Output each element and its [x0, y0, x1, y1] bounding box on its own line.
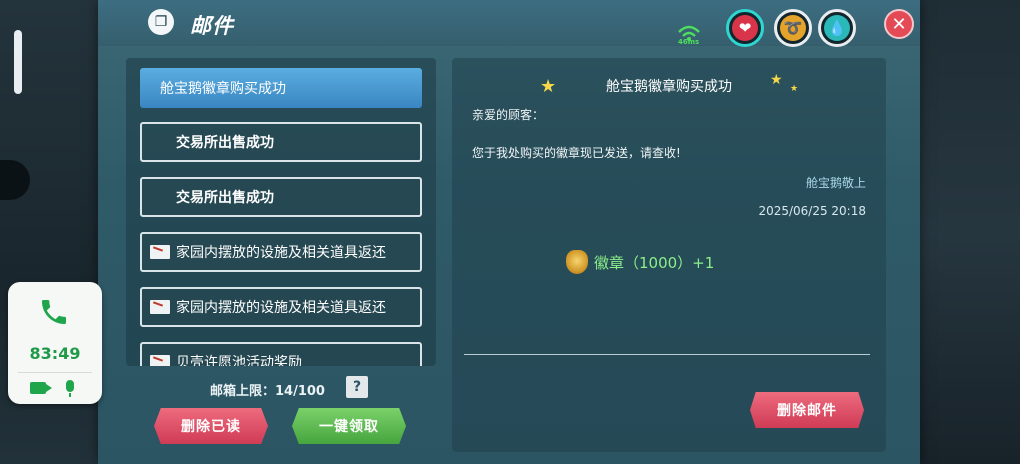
claim-all-button[interactable]: 一键领取: [292, 408, 406, 444]
health-gauge: ❤: [726, 9, 764, 47]
heart-icon: ❤: [732, 15, 758, 41]
envelope-icon: [150, 245, 170, 259]
mail-greeting: 亲爱的顾客：: [472, 108, 545, 122]
mail-list-item[interactable]: 家园内摆放的设施及相关道具返还: [140, 287, 422, 327]
mail-list-item[interactable]: 家园内摆放的设施及相关道具返还: [140, 232, 422, 272]
game-scene-right: [920, 0, 1020, 464]
mail-list-item[interactable]: 贝壳许愿池活动奖励: [140, 342, 422, 366]
thirst-gauge: 💧: [818, 9, 856, 47]
reward-item[interactable]: 徽章（1000）+1: [566, 250, 714, 274]
envelope-icon: [150, 300, 170, 314]
divider: [18, 372, 92, 373]
mail-item-title: 交易所出售成功: [176, 190, 274, 206]
divider: [464, 354, 870, 355]
phone-icon: [42, 300, 66, 324]
mail-bag-icon: ❐: [148, 9, 174, 35]
video-icon[interactable]: [30, 382, 52, 394]
call-duration: 83:49: [29, 344, 81, 363]
mail-item-title: 舱宝鹅徽章购买成功: [160, 81, 286, 97]
mail-item-title: 家园内摆放的设施及相关道具返还: [176, 245, 386, 261]
star-icon: ★: [770, 72, 783, 88]
food-icon: ➰: [780, 15, 806, 41]
mail-item-title: 交易所出售成功: [176, 135, 274, 151]
envelope-icon: [150, 355, 170, 366]
reward-text: 徽章（1000）+1: [594, 253, 715, 272]
delete-mail-button[interactable]: 删除邮件: [750, 392, 864, 428]
scene-object: [0, 160, 30, 200]
delete-read-button[interactable]: 删除已读: [154, 408, 268, 444]
mail-list-item[interactable]: 交易所出售成功: [140, 122, 422, 162]
microphone-icon[interactable]: [66, 380, 74, 397]
star-icon: ★: [790, 84, 799, 94]
badge-medal-icon: [566, 250, 588, 274]
mail-list-item[interactable]: 舱宝鹅徽章购买成功: [140, 68, 422, 108]
mail-item-title: 贝壳许愿池活动奖励: [176, 355, 302, 366]
mail-body: 您于我处购买的徽章现已发送，请查收!: [472, 146, 681, 160]
network-latency-label: 46ms: [678, 38, 700, 46]
mail-window: ❐ 邮件 46ms ❤ ➰ 💧 ✕ 舱宝鹅徽章购买成功 交易所出售成功 交易所出…: [98, 0, 920, 464]
mail-item-title: 家园内摆放的设施及相关道具返还: [176, 300, 386, 316]
mail-list: 舱宝鹅徽章购买成功 交易所出售成功 交易所出售成功 家园内摆放的设施及相关道具返…: [126, 58, 436, 366]
water-drop-icon: 💧: [824, 15, 850, 41]
mailbox-capacity: 邮箱上限：14/100: [210, 384, 325, 399]
call-widget[interactable]: 83:49: [8, 282, 102, 404]
mail-detail-title: 舱宝鹅徽章购买成功: [606, 79, 732, 95]
hunger-gauge: ➰: [774, 9, 812, 47]
scene-pole: [14, 30, 22, 94]
page-title: 邮件: [190, 14, 234, 38]
mail-signature: 舱宝鹅敬上: [805, 176, 866, 190]
mail-list-item[interactable]: 交易所出售成功: [140, 177, 422, 217]
close-icon[interactable]: ✕: [884, 9, 914, 39]
help-button[interactable]: ?: [346, 376, 368, 398]
mail-date: 2025/06/25 20:18: [758, 204, 866, 218]
